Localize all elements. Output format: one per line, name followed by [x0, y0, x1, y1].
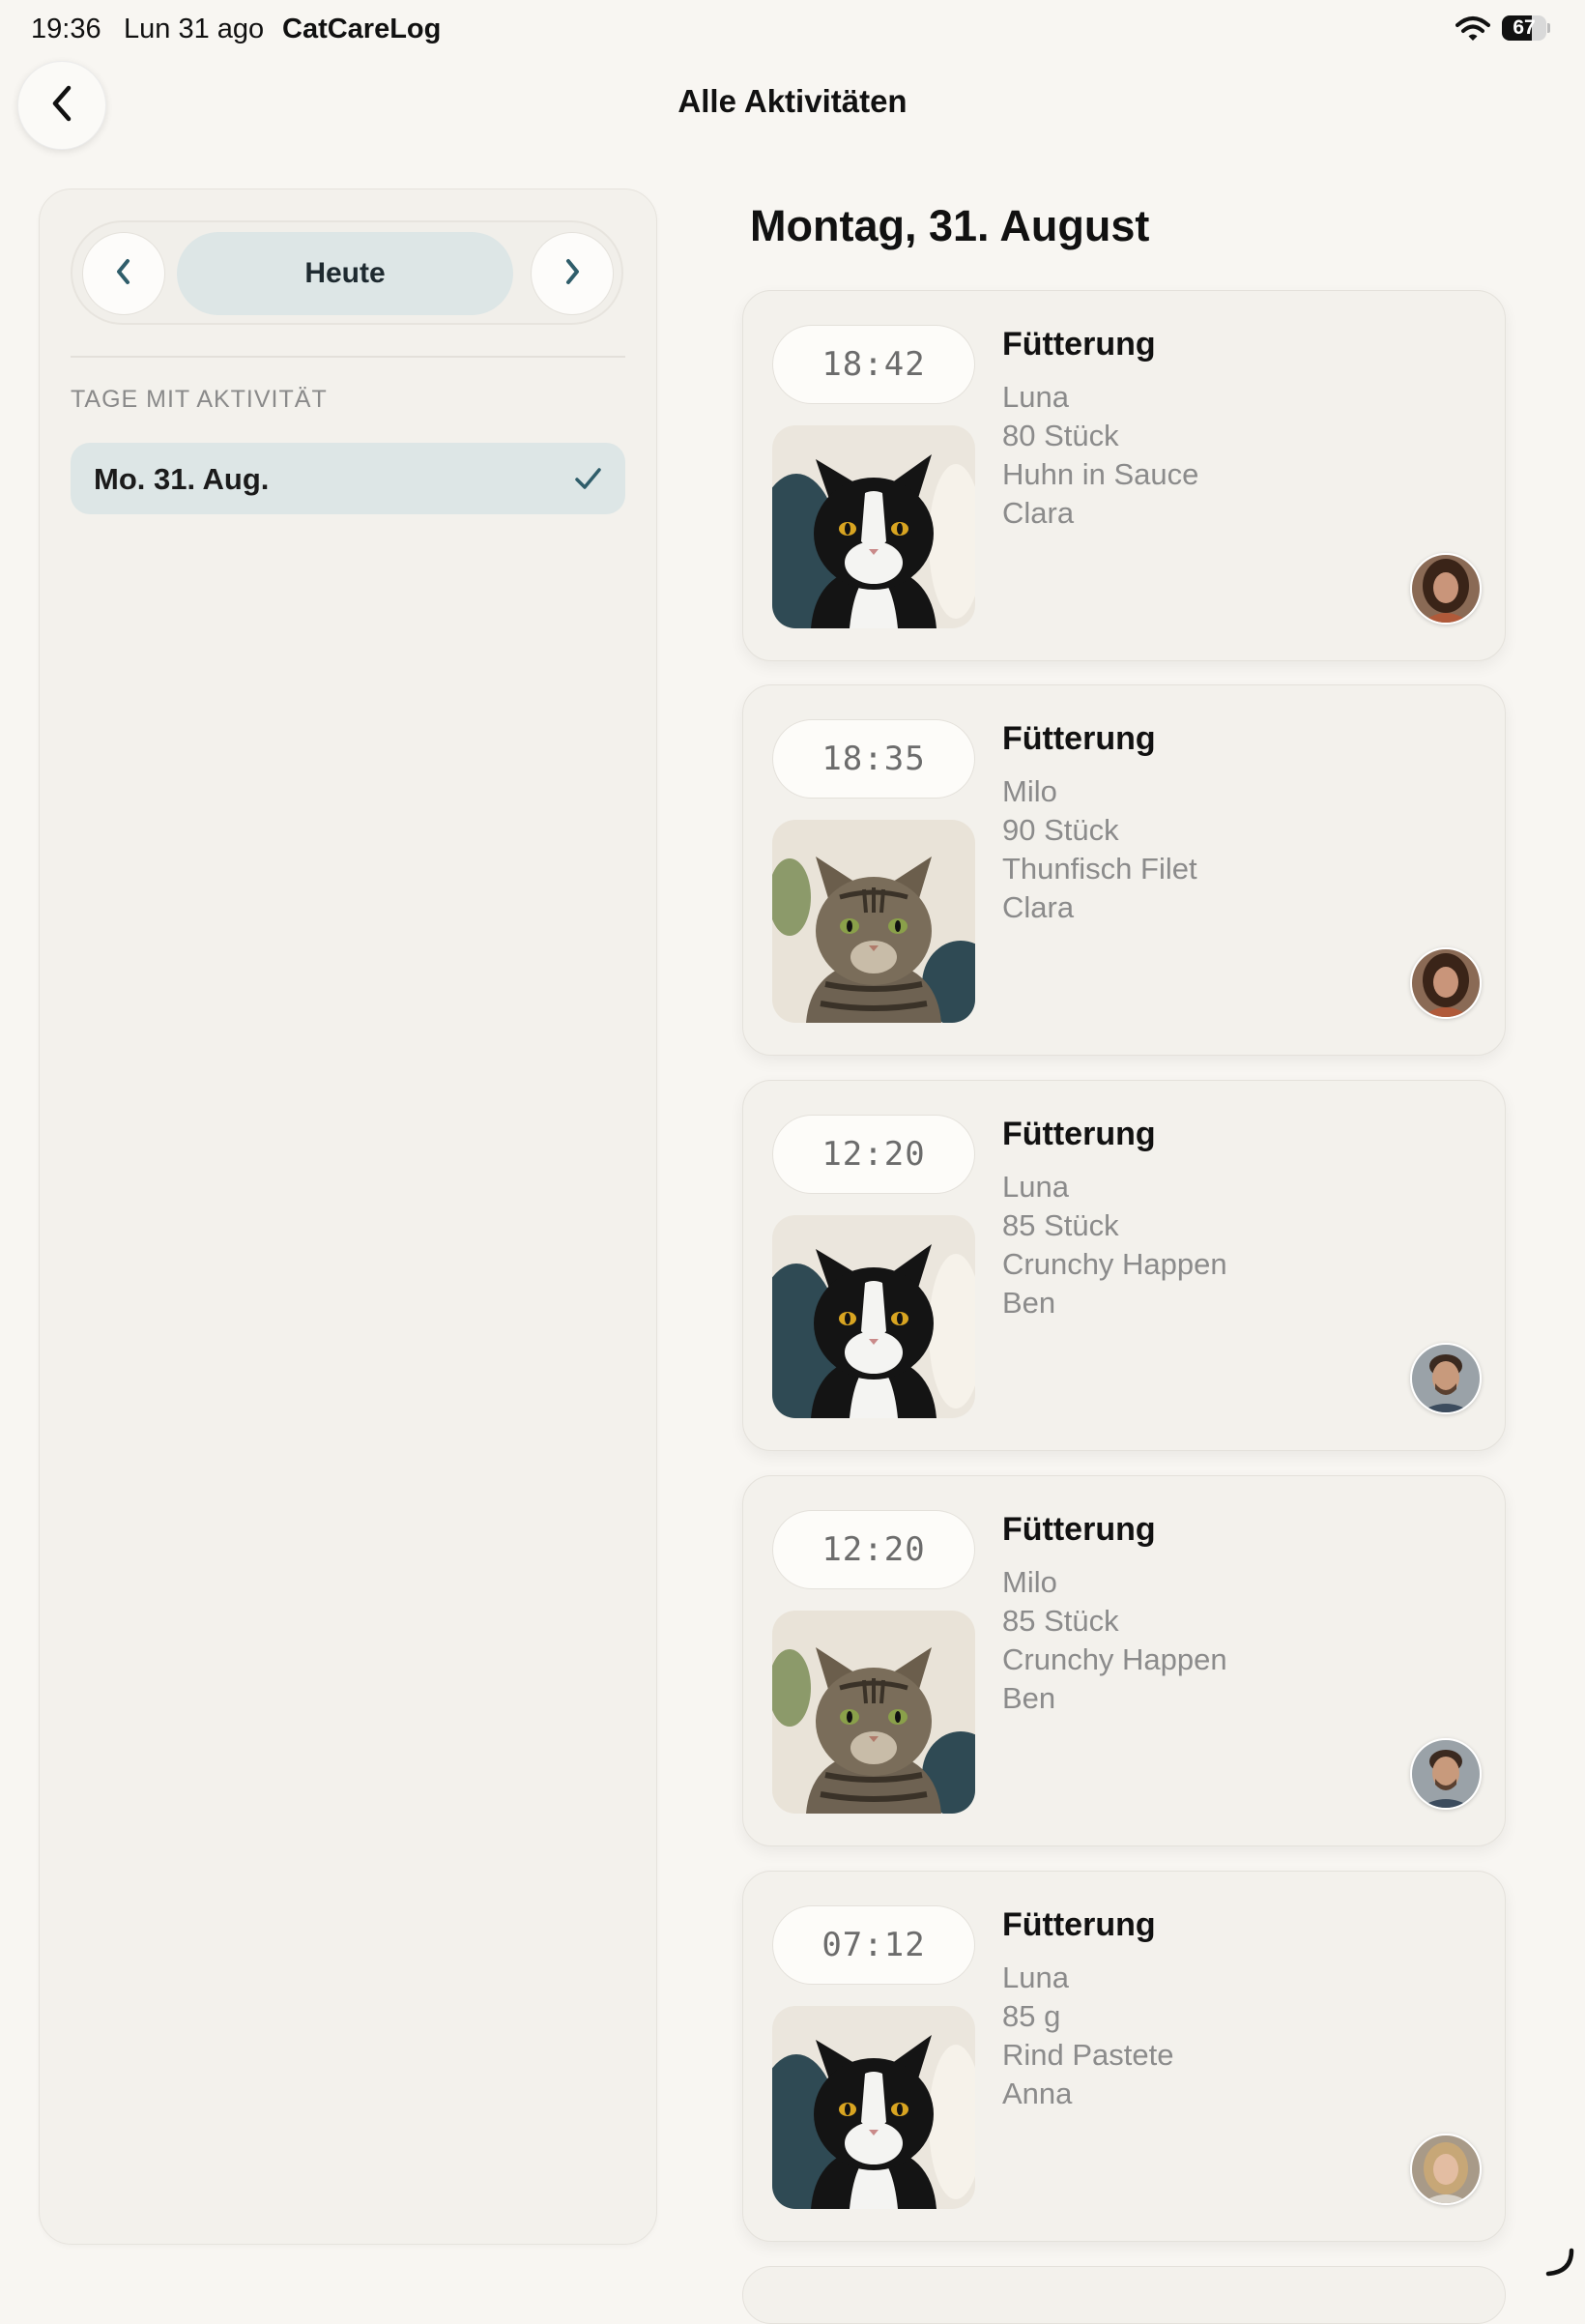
time-badge: 18:35 [772, 719, 975, 799]
activity-details: Luna 85 g Rind Pastete Anna [1002, 1959, 1174, 2113]
status-date: Lun 31 ago [124, 14, 265, 44]
activity-type: Fütterung [1002, 1116, 1156, 1152]
tabby-cat-photo [772, 820, 975, 1023]
food-name: Huhn in Sauce [1002, 457, 1199, 491]
time-badge: 12:20 [772, 1510, 975, 1589]
person-name: Clara [1002, 496, 1075, 530]
activity-card[interactable]: 12:20 Fütterung Milo 85 Stück Crunchy Ha… [742, 1475, 1506, 1846]
activity-card[interactable]: 18:42 Fütterung Luna 80 Stück Huhn in Sa… [742, 290, 1506, 661]
activity-card[interactable]: 07:12 Fütterung Luna 85 g Rind Pastete A… [742, 1871, 1506, 2242]
cat-name: Luna [1002, 380, 1069, 414]
checkmark-icon [573, 464, 602, 493]
person-name: Ben [1002, 1681, 1056, 1715]
status-bar: 19:36 Lun 31 ago CatCareLog 67 [0, 0, 1585, 60]
chevron-left-icon [113, 257, 134, 291]
wifi-icon [1455, 15, 1490, 43]
sidebar-divider [71, 356, 625, 358]
previous-day-button[interactable] [82, 232, 165, 315]
anna-avatar [1410, 2134, 1482, 2205]
cat-name: Luna [1002, 1170, 1069, 1204]
tabby-cat-photo [772, 1611, 975, 1814]
ben-avatar [1410, 1343, 1482, 1414]
food-name: Thunfisch Filet [1002, 852, 1197, 886]
tuxedo-cat-photo [772, 425, 975, 628]
food-amount: 90 Stück [1002, 813, 1119, 847]
battery-level: 67 [1513, 16, 1536, 39]
battery-icon: 67 [1502, 15, 1550, 43]
activity-details: Luna 85 Stück Crunchy Happen Ben [1002, 1168, 1227, 1322]
activity-type: Fütterung [1002, 1511, 1156, 1548]
food-name: Rind Pastete [1002, 2038, 1174, 2072]
date-heading: Montag, 31. August [750, 201, 1150, 250]
cat-name: Milo [1002, 1565, 1057, 1599]
person-name: Anna [1002, 2077, 1073, 2110]
activity-details: Milo 85 Stück Crunchy Happen Ben [1002, 1563, 1227, 1718]
tuxedo-cat-photo [772, 2006, 975, 2209]
clara-avatar [1410, 947, 1482, 1019]
tuxedo-cat-photo [772, 1215, 975, 1418]
next-day-button[interactable] [531, 232, 614, 315]
section-label-days: TAGE MIT AKTIVITÄT [71, 386, 328, 413]
status-time: 19:36 [31, 14, 101, 44]
activity-details: Luna 80 Stück Huhn in Sauce Clara [1002, 378, 1198, 533]
time-badge: 12:20 [772, 1115, 975, 1194]
time-badge: 18:42 [772, 325, 975, 404]
cat-name: Milo [1002, 774, 1057, 808]
time-badge: 07:12 [772, 1905, 975, 1985]
clara-avatar [1410, 553, 1482, 625]
activity-type: Fütterung [1002, 720, 1156, 757]
person-name: Clara [1002, 890, 1075, 924]
activity-card[interactable]: 12:20 Fütterung Luna 85 Stück Crunchy Ha… [742, 1080, 1506, 1451]
food-name: Crunchy Happen [1002, 1247, 1227, 1281]
activity-details: Milo 90 Stück Thunfisch Filet Clara [1002, 772, 1197, 927]
day-navigator: Heute [71, 220, 623, 325]
activity-card[interactable]: 18:35 Fütterung Milo 90 Stück Thunfisch … [742, 684, 1506, 1056]
day-list-item[interactable]: Mo. 31. Aug. [71, 443, 625, 514]
food-amount: 85 Stück [1002, 1208, 1119, 1242]
person-name: Ben [1002, 1286, 1056, 1320]
food-name: Crunchy Happen [1002, 1642, 1227, 1676]
activity-type: Fütterung [1002, 326, 1156, 363]
cat-name: Luna [1002, 1961, 1069, 1994]
today-button[interactable]: Heute [177, 232, 513, 315]
activity-type: Fütterung [1002, 1906, 1156, 1943]
day-item-label: Mo. 31. Aug. [94, 462, 270, 496]
chevron-right-icon [562, 257, 583, 291]
status-app-name: CatCareLog [282, 14, 442, 44]
food-amount: 85 g [1002, 1999, 1061, 2033]
ben-avatar [1410, 1738, 1482, 1810]
loading-spinner-icon [1542, 2245, 1575, 2278]
sidebar: Heute TAGE MIT AKTIVITÄT Mo. 31. Aug. [39, 189, 657, 2245]
activity-card-partial[interactable] [742, 2266, 1506, 2324]
page-title: Alle Aktivitäten [677, 83, 908, 119]
food-amount: 80 Stück [1002, 419, 1119, 452]
food-amount: 85 Stück [1002, 1604, 1119, 1638]
